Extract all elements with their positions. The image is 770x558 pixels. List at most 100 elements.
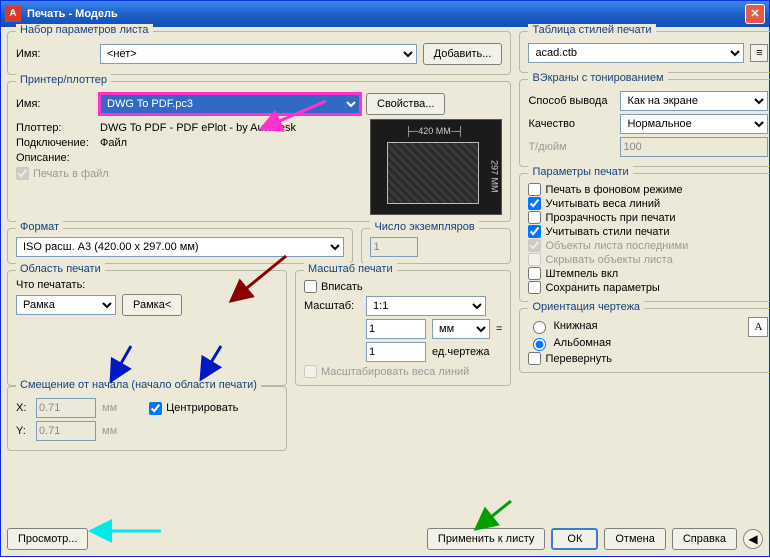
- printer-legend: Принтер/плоттер: [16, 74, 111, 86]
- orient-landscape-label: Альбомная: [553, 337, 611, 349]
- options-legend: Параметры печати: [528, 166, 632, 178]
- conn-value: Файл: [100, 137, 127, 149]
- paper-width-label: ├─420 MM─┤: [405, 126, 463, 136]
- opt-lw-checkbox[interactable]: [528, 197, 541, 210]
- pageset-add-button[interactable]: Добавить...: [423, 43, 503, 65]
- vp-quality-label: Качество: [528, 118, 614, 130]
- scale-num-input[interactable]: [366, 319, 426, 339]
- pageset-group: Набор параметров листа Имя: <нет> Добави…: [7, 31, 511, 75]
- scale-lw-checkbox: [304, 365, 317, 378]
- area-what-label: Что печатать:: [16, 279, 278, 291]
- scale-eq: =: [496, 323, 502, 335]
- vp-dpi-label: Т/дюйм: [528, 141, 614, 153]
- opt-transp-label: Прозрачность при печати: [545, 212, 675, 224]
- orient-portrait-radio[interactable]: [533, 321, 546, 334]
- vp-quality-select[interactable]: Нормальное: [620, 114, 768, 134]
- offset-y-unit: мм: [102, 425, 117, 437]
- paper-preview: ├─420 MM─┤ 297 MM: [370, 119, 502, 215]
- scale-label: Масштаб:: [304, 300, 360, 312]
- paper-height-label: 297 MM: [489, 160, 499, 193]
- help-button[interactable]: Справка: [672, 528, 737, 550]
- format-select[interactable]: ISO расш. A3 (420.00 x 297.00 мм): [16, 237, 344, 257]
- styles-select[interactable]: acad.ctb: [528, 43, 744, 63]
- scale-num-unit[interactable]: мм: [432, 319, 490, 339]
- offset-y-label: Y:: [16, 425, 30, 437]
- opt-stamp-checkbox[interactable]: [528, 267, 541, 280]
- window-title: Печать - Модель: [27, 8, 745, 20]
- vp-output-label: Способ вывода: [528, 95, 614, 107]
- offset-x-input: [36, 398, 96, 418]
- styles-edit-icon[interactable]: ≡: [750, 44, 768, 62]
- viewport-group: ВЭкраны с тонированием Способ выводаКак …: [519, 79, 770, 167]
- conn-label: Подключение:: [16, 137, 94, 149]
- opt-save-label: Сохранить параметры: [545, 282, 659, 294]
- pageset-name-label: Имя:: [16, 48, 94, 60]
- scale-fit-checkbox[interactable]: [304, 280, 317, 293]
- printer-props-button[interactable]: Свойства...: [366, 93, 445, 115]
- plotter-label: Плоттер:: [16, 122, 94, 134]
- area-select[interactable]: Рамка: [16, 295, 116, 315]
- ok-button[interactable]: ОК: [551, 528, 598, 550]
- options-group: Параметры печати Печать в фоновом режиме…: [519, 173, 770, 302]
- opt-last-checkbox: [528, 239, 541, 252]
- opt-transp-checkbox[interactable]: [528, 211, 541, 224]
- scale-fit-label: Вписать: [321, 281, 363, 293]
- offset-x-label: X:: [16, 402, 30, 414]
- offset-group: Смещение от начала (начало области печат…: [7, 386, 287, 451]
- print-to-file-checkbox: [16, 167, 29, 180]
- scale-lw-label: Масштабировать веса линий: [321, 366, 469, 378]
- orient-portrait-label: Книжная: [553, 320, 597, 332]
- opt-save-checkbox[interactable]: [528, 281, 541, 294]
- vp-dpi-input: [620, 137, 768, 157]
- offset-y-input: [36, 421, 96, 441]
- orient-group: Ориентация чертежа Книжная Альбомная Пер…: [519, 308, 770, 373]
- preview-button[interactable]: Просмотр...: [7, 528, 88, 550]
- orient-landscape-radio[interactable]: [533, 338, 546, 351]
- styles-legend: Таблица стилей печати: [528, 24, 655, 36]
- scale-group: Масштаб печати Вписать Масштаб: 1:1 мм =: [295, 270, 511, 386]
- print-to-file-label: Печать в файл: [33, 168, 109, 180]
- styles-group: Таблица стилей печати acad.ctb ≡: [519, 31, 770, 73]
- opt-styles-label: Учитывать стили печати: [545, 226, 669, 238]
- copies-group: Число экземпляров: [361, 228, 511, 264]
- orient-legend: Ориентация чертежа: [528, 301, 644, 313]
- opt-bg-checkbox[interactable]: [528, 183, 541, 196]
- orient-upside-checkbox[interactable]: [528, 352, 541, 365]
- close-button[interactable]: ✕: [745, 4, 765, 24]
- format-group: Формат ISO расш. A3 (420.00 x 297.00 мм): [7, 228, 353, 264]
- offset-center-checkbox[interactable]: [149, 402, 162, 415]
- scale-den-input[interactable]: [366, 342, 426, 362]
- opt-hide-label: Скрывать объекты листа: [545, 254, 672, 266]
- area-group: Область печати Что печатать: Рамка Рамка…: [7, 270, 287, 386]
- opt-bg-label: Печать в фоновом режиме: [545, 184, 682, 196]
- cancel-button[interactable]: Отмена: [604, 528, 665, 550]
- opt-styles-checkbox[interactable]: [528, 225, 541, 238]
- copies-legend: Число экземпляров: [370, 221, 478, 233]
- opt-hide-checkbox: [528, 253, 541, 266]
- vp-output-select[interactable]: Как на экране: [620, 91, 768, 111]
- apply-button[interactable]: Применить к листу: [427, 528, 546, 550]
- plotter-value: DWG To PDF - PDF ePlot - by Autodesk: [100, 122, 296, 134]
- offset-legend: Смещение от начала (начало области печат…: [16, 379, 261, 391]
- opt-stamp-label: Штемпель вкл: [545, 268, 618, 280]
- copies-input: [370, 237, 418, 257]
- scale-den-unit: ед.чертежа: [432, 346, 489, 358]
- format-legend: Формат: [16, 221, 63, 233]
- printer-group: Принтер/плоттер Имя: DWG To PDF.pc3 Свой…: [7, 81, 511, 222]
- expand-button[interactable]: ◀: [743, 529, 763, 549]
- desc-label: Описание:: [16, 152, 94, 164]
- orient-preview-icon: A: [748, 317, 768, 337]
- printer-name-select[interactable]: DWG To PDF.pc3: [100, 94, 360, 114]
- viewport-legend: ВЭкраны с тонированием: [528, 72, 667, 84]
- pageset-legend: Набор параметров листа: [16, 24, 153, 36]
- offset-x-unit: мм: [102, 402, 117, 414]
- area-window-button[interactable]: Рамка<: [122, 294, 182, 316]
- scale-select[interactable]: 1:1: [366, 296, 486, 316]
- area-legend: Область печати: [16, 263, 105, 275]
- pageset-name-select[interactable]: <нет>: [100, 44, 417, 64]
- offset-center-label: Центрировать: [166, 402, 238, 414]
- app-icon: A: [5, 6, 21, 22]
- orient-upside-label: Перевернуть: [545, 353, 612, 365]
- scale-legend: Масштаб печати: [304, 263, 397, 275]
- opt-last-label: Объекты листа последними: [545, 240, 688, 252]
